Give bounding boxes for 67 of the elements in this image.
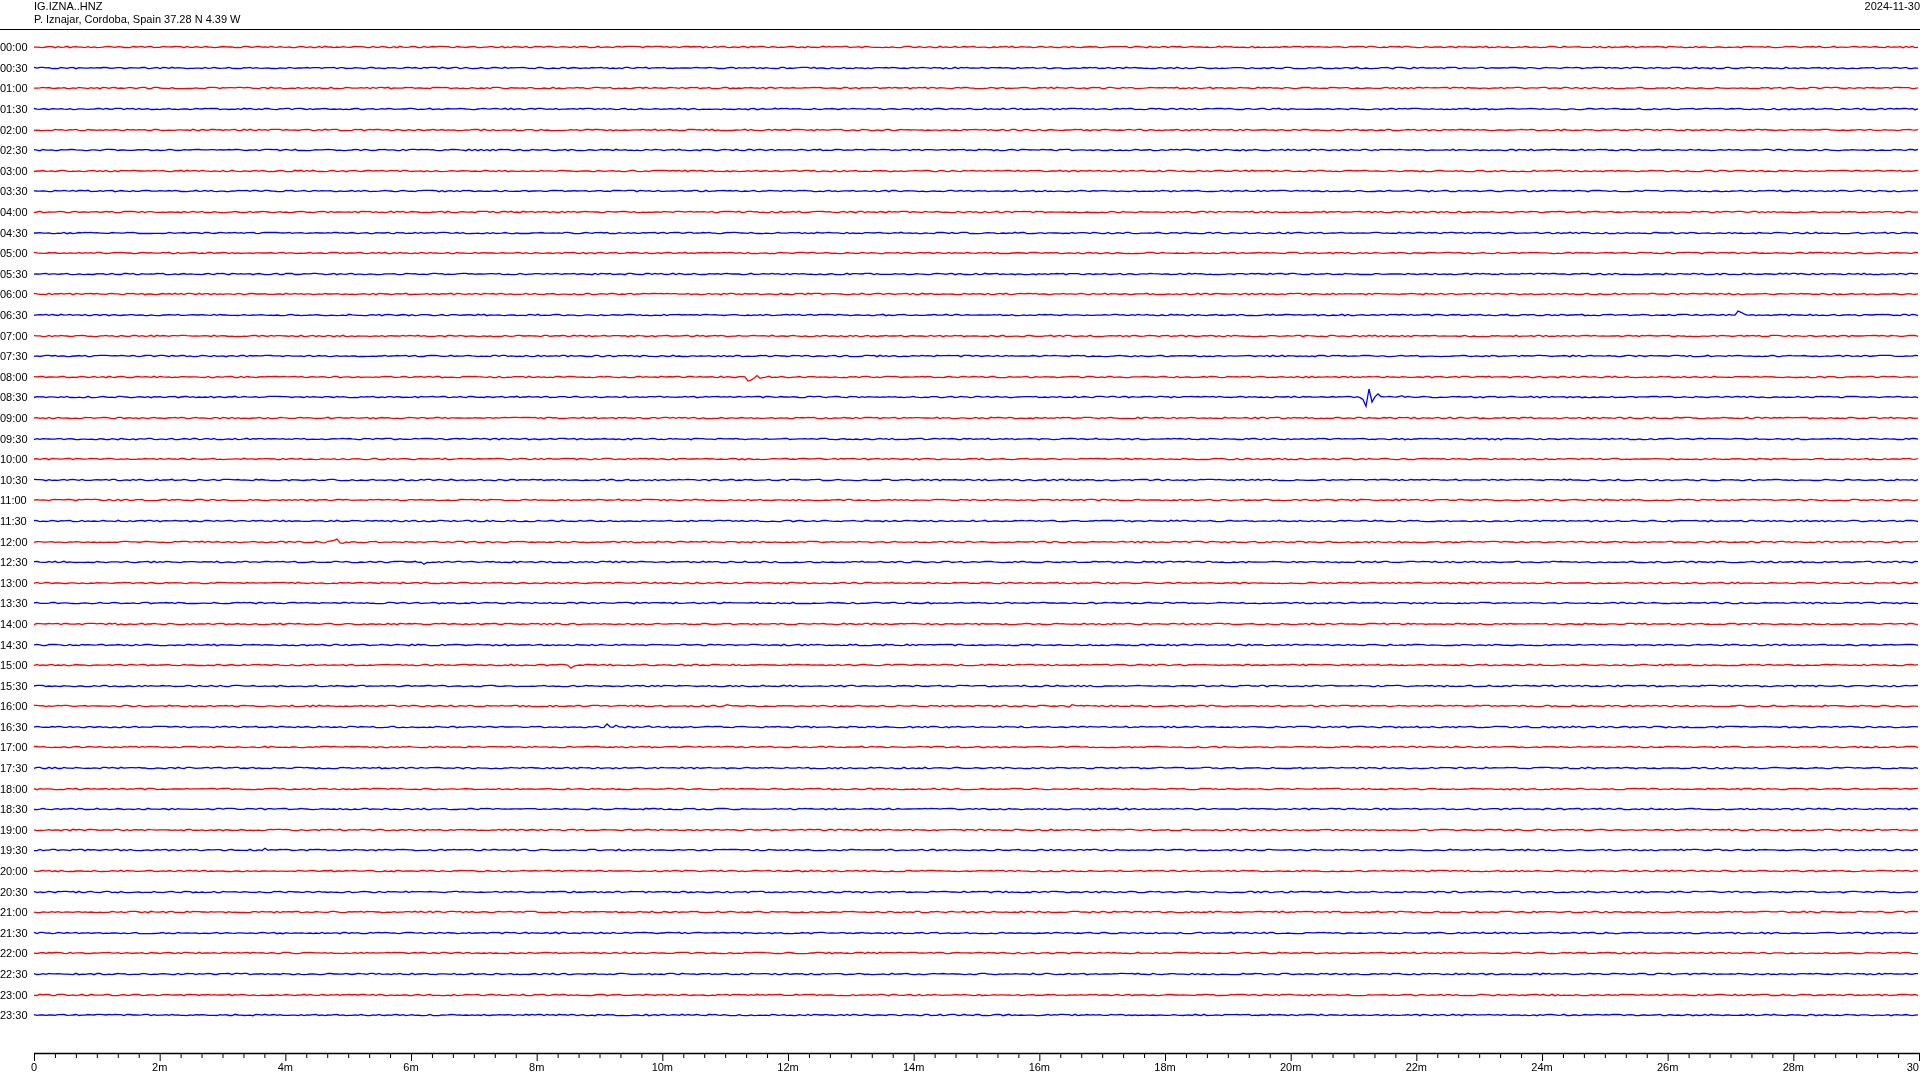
axis-tick-label: 8m: [529, 1060, 545, 1073]
time-label: 06:30: [0, 309, 29, 321]
axis-tick-label: 4m: [277, 1060, 293, 1073]
time-label: 21:30: [0, 926, 29, 939]
time-label: 14:00: [0, 617, 29, 630]
time-label: 07:30: [0, 350, 29, 363]
axis-tick-label: 0: [31, 1060, 38, 1073]
time-label: 08:30: [0, 391, 29, 404]
time-label: 03:00: [0, 164, 29, 177]
time-label: 23:30: [0, 1009, 29, 1022]
axis-tick-label: 12m: [777, 1060, 799, 1073]
station-code: IG.IZNA..HNZ: [34, 0, 104, 13]
time-label: 14:30: [0, 638, 29, 651]
time-label: 13:00: [0, 576, 29, 589]
time-label: 11:00: [0, 494, 28, 507]
time-label: 18:00: [0, 782, 29, 795]
axis-tick-label: 14m: [902, 1060, 925, 1073]
time-label: 05:00: [0, 247, 29, 260]
time-label: 07:00: [0, 329, 29, 342]
time-label: 16:00: [0, 700, 29, 713]
axis-tick-label: 30: [1906, 1060, 1919, 1073]
time-label: 01:30: [0, 103, 29, 116]
time-label: 02:30: [0, 144, 29, 157]
axis-tick-label: 28m: [1782, 1060, 1805, 1073]
time-label: 09:00: [0, 412, 29, 424]
time-label: 00:30: [0, 61, 29, 74]
axis-tick-label: 18m: [1154, 1060, 1176, 1073]
time-label: 10:00: [0, 453, 29, 466]
axis-tick-label: 6m: [403, 1060, 419, 1073]
time-label: 12:00: [0, 535, 29, 548]
time-label: 06:00: [0, 288, 29, 301]
time-label: 20:30: [0, 885, 29, 898]
time-label: 03:30: [0, 185, 29, 198]
time-label: 15:00: [0, 659, 29, 672]
time-label: 21:00: [0, 906, 29, 919]
time-label: 16:30: [0, 720, 29, 733]
time-label: 04:30: [0, 226, 29, 239]
axis-tick-label: 24m: [1531, 1060, 1553, 1073]
time-label: 17:30: [0, 762, 29, 775]
time-label: 00:00: [0, 41, 29, 54]
time-label: 02:00: [0, 123, 29, 136]
time-label: 20:00: [0, 865, 29, 878]
axis-tick-label: 16m: [1028, 1060, 1051, 1073]
time-label: 17:00: [0, 741, 29, 754]
time-label: 22:00: [0, 947, 29, 960]
time-label: 19:00: [0, 823, 29, 836]
plot-date: 2024-11-30: [1864, 0, 1920, 13]
time-label: 22:30: [0, 968, 29, 980]
time-label: 05:30: [0, 267, 29, 280]
axis-tick-label: 26m: [1656, 1060, 1679, 1073]
time-label: 23:00: [0, 988, 29, 1001]
axis-tick-label: 22m: [1405, 1060, 1428, 1073]
station-location: P. Iznajar, Cordoba, Spain 37.28 N 4.39 W: [34, 13, 241, 26]
time-label: 04:00: [0, 206, 29, 219]
axis-tick-label: 10m: [651, 1060, 674, 1073]
axis-tick-label: 20m: [1279, 1060, 1302, 1073]
time-label: 13:30: [0, 597, 29, 610]
time-label: 12:30: [0, 556, 29, 569]
time-label: 10:30: [0, 473, 29, 486]
time-label: 09:30: [0, 432, 29, 445]
time-label: 18:30: [0, 803, 29, 816]
time-label: 19:30: [0, 844, 29, 857]
time-label: 11:30: [0, 514, 28, 527]
time-label: 15:30: [0, 679, 29, 692]
time-label: 01:00: [0, 82, 29, 95]
time-label: 08:00: [0, 370, 29, 383]
axis-tick-label: 2m: [152, 1060, 168, 1073]
